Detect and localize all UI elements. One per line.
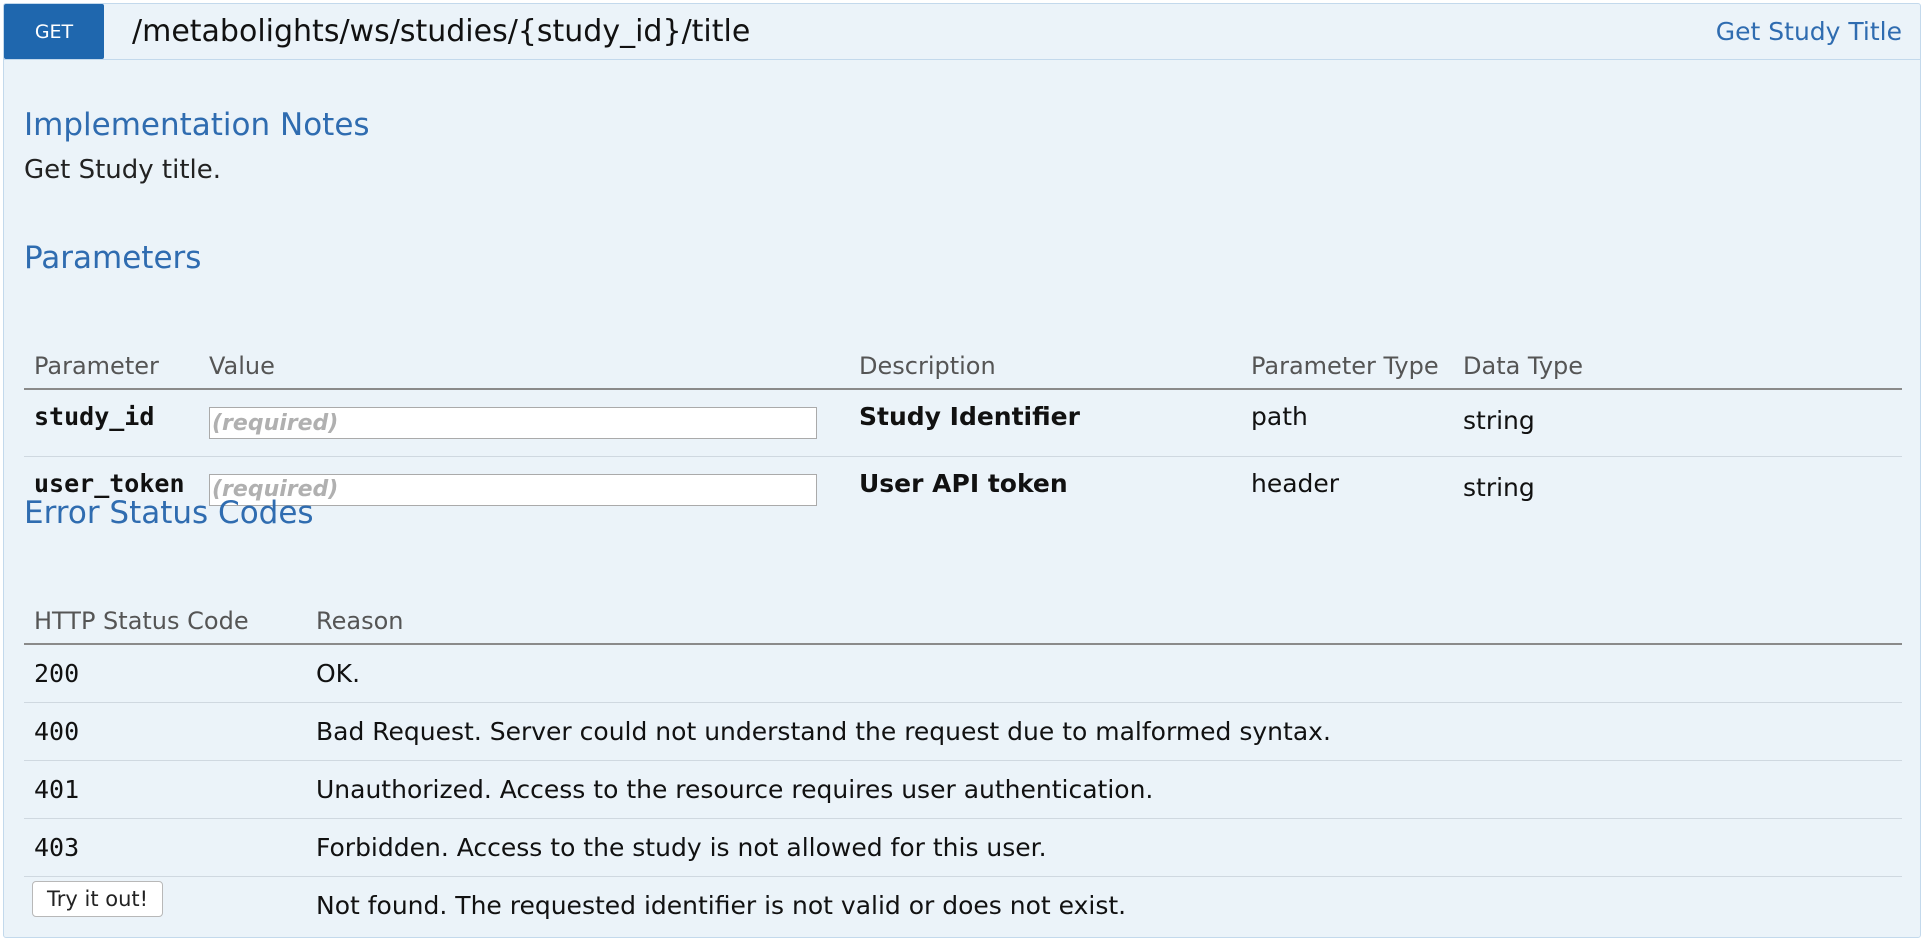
error-codes-header-row: HTTP Status Code Reason [24,599,1902,645]
study-id-input[interactable] [209,407,817,439]
parameter-type: header [1251,468,1340,498]
status-code: 401 [24,760,306,819]
parameter-name: study_id [24,389,199,457]
header-reason: Reason [306,599,1902,645]
parameter-data-type: string [1463,472,1535,502]
error-code-row: 401 Unauthorized. Access to the resource… [24,760,1902,819]
operation-panel: GET /metabolights/ws/studies/{study_id}/… [3,3,1921,938]
try-it-out-button[interactable]: Try it out! [32,881,164,917]
error-code-row: 403 Forbidden. Access to the study is no… [24,818,1902,877]
status-reason: Not found. The requested identifier is n… [316,890,1127,920]
parameter-description: User API token [859,468,1068,498]
header-description: Description [849,344,1241,390]
header-parameter-type: Parameter Type [1241,344,1453,390]
status-reason: Unauthorized. Access to the resource req… [306,760,1902,819]
error-code-row: 400 Bad Request. Server could not unders… [24,702,1902,761]
status-reason: Bad Request. Server could not understand… [306,702,1902,761]
implementation-notes-title: Implementation Notes [24,107,370,143]
status-code: 400 [24,702,306,761]
error-code-row: 404 Not found. The requested identifier … [24,876,1902,934]
header-parameter: Parameter [24,344,199,390]
status-code: 403 [24,818,306,877]
parameter-type: path [1241,389,1453,457]
status-reason: OK. [306,644,1902,703]
header-data-type: Data Type [1453,344,1902,390]
error-status-codes-title: Error Status Codes [24,495,314,531]
parameter-value-cell [199,389,849,457]
header-value: Value [199,344,849,390]
operation-heading[interactable]: GET /metabolights/ws/studies/{study_id}/… [4,4,1920,60]
parameters-header-row: Parameter Value Description Parameter Ty… [24,344,1902,390]
status-reason: Forbidden. Access to the study is not al… [306,818,1902,877]
parameter-description: Study Identifier [849,389,1241,457]
header-http-status-code: HTTP Status Code [24,599,306,645]
endpoint-path[interactable]: /metabolights/ws/studies/{study_id}/titl… [132,4,750,59]
status-code: 200 [24,644,306,703]
http-method-badge[interactable]: GET [4,4,104,59]
error-codes-table: HTTP Status Code Reason 200 OK. 400 Bad … [24,599,1902,934]
parameter-data-type: string [1453,389,1902,457]
operation-summary-link[interactable]: Get Study Title [1716,4,1902,59]
error-code-row: 200 OK. [24,644,1902,703]
parameters-title: Parameters [24,240,202,276]
implementation-notes-text: Get Study title. [24,155,222,185]
parameter-row: study_id Study Identifier path string [24,389,1902,457]
